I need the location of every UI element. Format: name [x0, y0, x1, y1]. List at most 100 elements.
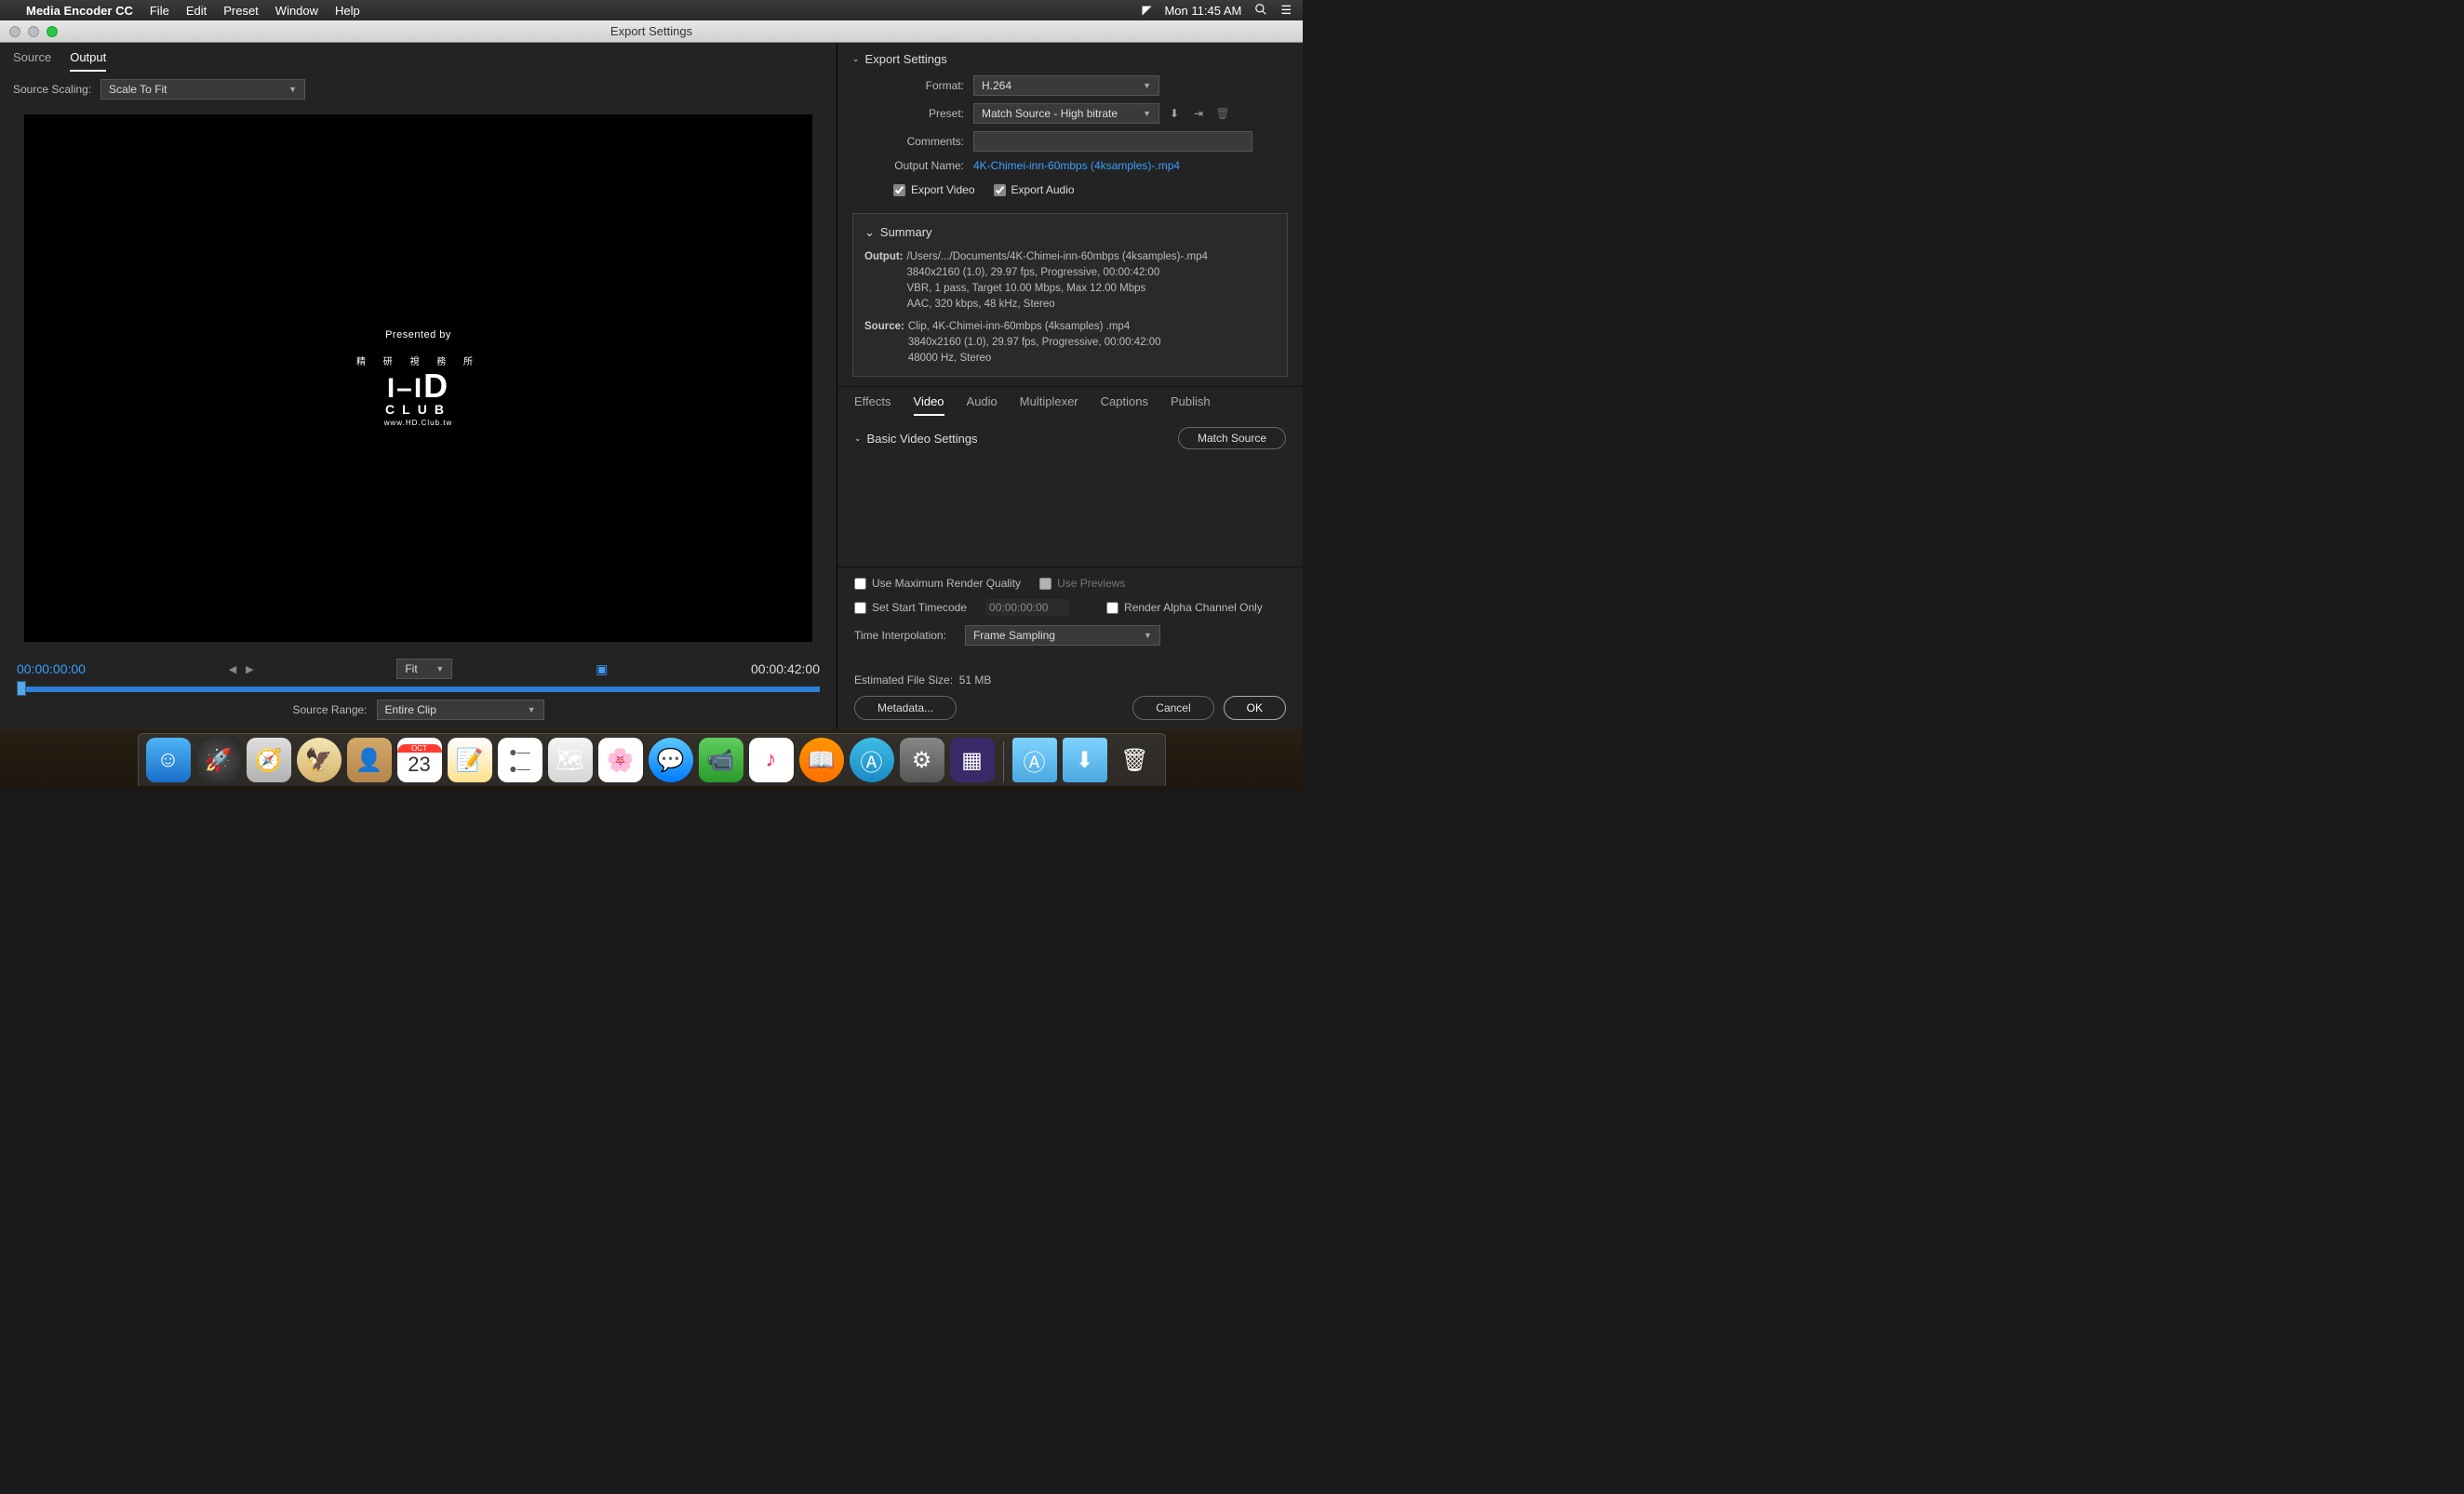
menu-window[interactable]: Window	[275, 4, 318, 18]
preview-presented-by: Presented by	[356, 329, 480, 340]
menu-file[interactable]: File	[150, 4, 169, 18]
start-timecode-input[interactable]	[985, 599, 1069, 616]
menubar-status-icon[interactable]: ◤	[1142, 3, 1151, 18]
menu-preset[interactable]: Preset	[223, 4, 259, 18]
source-range-dropdown[interactable]: Entire Clip ▼	[377, 700, 544, 720]
menubar-clock[interactable]: Mon 11:45 AM	[1164, 4, 1241, 18]
output-name-label: Output Name:	[852, 159, 964, 172]
chevron-down-icon: ▼	[1144, 631, 1152, 640]
summary-source-label: Source:	[864, 319, 904, 367]
tab-effects[interactable]: Effects	[854, 394, 891, 416]
dock-facetime-icon[interactable]: 📹	[699, 738, 743, 782]
import-preset-icon[interactable]: ⇥	[1189, 104, 1208, 123]
dock-contacts-icon[interactable]: 👤	[347, 738, 392, 782]
video-preview: Presented by 精 研 視 務 所 I–ID CLUB www.HD.…	[24, 114, 812, 642]
tab-multiplexer[interactable]: Multiplexer	[1020, 394, 1078, 416]
tab-audio[interactable]: Audio	[967, 394, 998, 416]
app-name[interactable]: Media Encoder CC	[26, 4, 133, 18]
dock-finder-icon[interactable]: ☺	[146, 738, 191, 782]
macos-menubar: Media Encoder CC File Edit Preset Window…	[0, 0, 1303, 20]
source-range-label: Source Range:	[292, 703, 367, 716]
tab-output[interactable]: Output	[70, 50, 106, 72]
export-video-checkbox[interactable]: Export Video	[893, 183, 975, 196]
dock-preferences-icon[interactable]: ⚙	[900, 738, 944, 782]
dock-maps-icon[interactable]: 🗺	[548, 738, 593, 782]
format-dropdown[interactable]: H.264 ▼	[973, 75, 1159, 96]
format-label: Format:	[852, 79, 964, 92]
export-settings-header[interactable]: ⌄ Export Settings	[852, 52, 1288, 66]
ok-button[interactable]: OK	[1224, 696, 1286, 720]
chevron-down-icon: ▼	[288, 85, 297, 94]
basic-video-settings-header[interactable]: ⌄ Basic Video Settings Match Source	[854, 427, 1286, 449]
summary-source-line: 3840x2160 (1.0), 29.97 fps, Progressive,…	[908, 335, 1161, 351]
disclosure-arrow-icon: ⌄	[852, 54, 860, 64]
window-close-button[interactable]	[9, 26, 20, 37]
crop-icon[interactable]: ▣	[596, 661, 608, 677]
max-render-quality-checkbox[interactable]: Use Maximum Render Quality	[854, 577, 1021, 590]
dock-reminders-icon[interactable]: ●—●—	[498, 738, 542, 782]
window-maximize-button[interactable]	[47, 26, 58, 37]
dock-applications-folder-icon[interactable]: Ⓐ	[1012, 738, 1057, 782]
set-start-timecode-checkbox[interactable]: Set Start Timecode	[854, 601, 967, 614]
step-forward-icon[interactable]: ▶	[246, 663, 253, 675]
summary-output-line: VBR, 1 pass, Target 10.00 Mbps, Max 12.0…	[907, 281, 1208, 297]
current-timecode[interactable]: 00:00:00:00	[17, 661, 86, 676]
timeline-slider[interactable]	[17, 687, 820, 692]
timeline-playhead[interactable]	[17, 681, 26, 696]
dock-mail-icon[interactable]: 🦅	[297, 738, 341, 782]
chevron-down-icon: ▼	[1143, 109, 1151, 118]
preset-dropdown[interactable]: Match Source - High bitrate ▼	[973, 103, 1159, 124]
menu-edit[interactable]: Edit	[186, 4, 207, 18]
tab-video[interactable]: Video	[914, 394, 944, 416]
window-minimize-button[interactable]	[28, 26, 39, 37]
cancel-button[interactable]: Cancel	[1132, 696, 1213, 720]
tab-captions[interactable]: Captions	[1101, 394, 1148, 416]
dock-safari-icon[interactable]: 🧭	[247, 738, 291, 782]
source-scaling-dropdown[interactable]: Scale To Fit ▼	[100, 79, 305, 100]
zoom-fit-dropdown[interactable]: Fit ▼	[396, 659, 452, 679]
dock-launchpad-icon[interactable]: 🚀	[196, 738, 241, 782]
tab-source[interactable]: Source	[13, 50, 51, 72]
summary-output-line: 3840x2160 (1.0), 29.97 fps, Progressive,…	[907, 265, 1208, 281]
metadata-button[interactable]: Metadata...	[854, 696, 957, 720]
tab-publish[interactable]: Publish	[1171, 394, 1211, 416]
export-audio-checkbox[interactable]: Export Audio	[994, 183, 1075, 196]
dock-appstore-icon[interactable]: Ⓐ	[850, 738, 894, 782]
match-source-button[interactable]: Match Source	[1178, 427, 1286, 449]
render-alpha-checkbox[interactable]: Render Alpha Channel Only	[1106, 601, 1263, 614]
time-interpolation-dropdown[interactable]: Frame Sampling ▼	[965, 625, 1160, 646]
summary-output-line: /Users/.../Documents/4K-Chimei-inn-60mbp…	[907, 249, 1208, 265]
file-size-label: Estimated File Size:	[854, 674, 953, 687]
step-back-icon[interactable]: ◀	[229, 663, 236, 675]
dock-notes-icon[interactable]: 📝	[448, 738, 492, 782]
dock-ibooks-icon[interactable]: 📖	[799, 738, 844, 782]
comments-label: Comments:	[852, 135, 964, 148]
summary-output-label: Output:	[864, 249, 904, 313]
disclosure-arrow-icon: ⌄	[864, 223, 875, 242]
menu-help[interactable]: Help	[335, 4, 360, 18]
save-preset-icon[interactable]: ⬇	[1165, 104, 1184, 123]
delete-preset-icon[interactable]: 🗑	[1213, 104, 1232, 123]
preview-url: www.HD.Club.tw	[356, 419, 480, 427]
chevron-down-icon: ▼	[528, 705, 536, 714]
dock-photos-icon[interactable]: 🌸	[598, 738, 643, 782]
menu-list-icon[interactable]: ☰	[1280, 3, 1292, 18]
source-scaling-label: Source Scaling:	[13, 83, 91, 96]
dock-calendar-icon[interactable]: OCT 23	[397, 738, 442, 782]
output-name-link[interactable]: 4K-Chimei-inn-60mbps (4ksamples)-.mp4	[973, 159, 1180, 172]
preview-cjk-text: 精 研 視 務 所	[356, 353, 480, 367]
dock-media-encoder-icon[interactable]: ▦	[950, 738, 995, 782]
comments-input[interactable]	[973, 131, 1252, 152]
disclosure-arrow-icon: ⌄	[854, 434, 862, 444]
dock-trash-icon[interactable]: 🗑	[1113, 738, 1158, 782]
use-previews-checkbox[interactable]: Use Previews	[1039, 577, 1125, 590]
dock-itunes-icon[interactable]: ♪	[749, 738, 794, 782]
preview-club-text: CLUB	[356, 402, 480, 417]
summary-source-line: Clip, 4K-Chimei-inn-60mbps (4ksamples) .…	[908, 319, 1161, 335]
dock-messages-icon[interactable]: 💬	[649, 738, 693, 782]
chevron-down-icon: ▼	[1143, 81, 1151, 90]
dock-separator	[1003, 741, 1004, 782]
summary-header[interactable]: ⌄ Summary	[864, 223, 1276, 242]
spotlight-icon[interactable]	[1254, 3, 1267, 19]
dock-downloads-folder-icon[interactable]: ⬇	[1063, 738, 1107, 782]
